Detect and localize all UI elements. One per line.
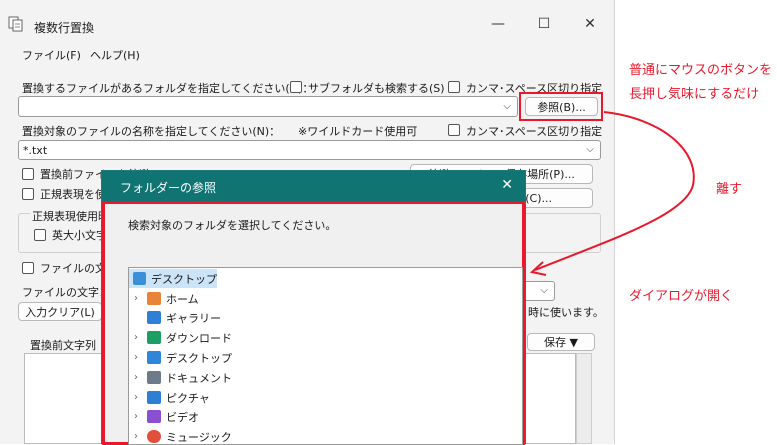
annotation-line2: 長押し気味にするだけ [629, 87, 760, 102]
annotation-dialog-opens: ダイアログが開く [629, 289, 734, 304]
annotation-release: 離す [716, 182, 743, 197]
annotation-line1: 普通にマウスのボタンを [629, 63, 773, 78]
